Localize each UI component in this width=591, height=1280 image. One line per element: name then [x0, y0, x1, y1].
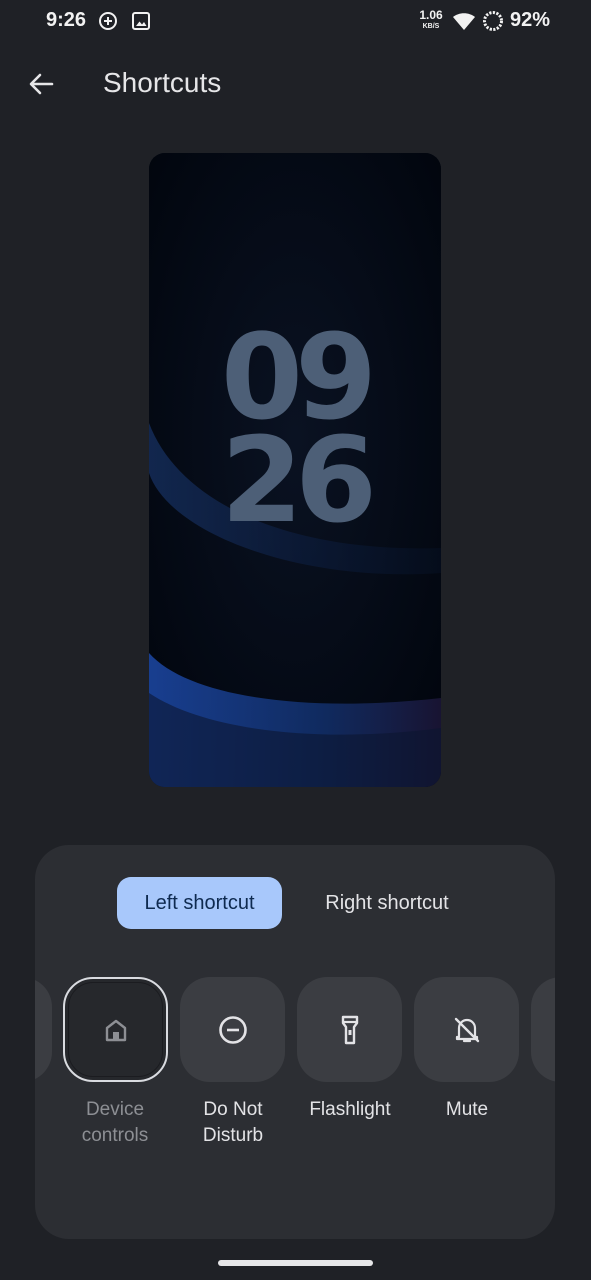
lockscreen-preview: 09 26 [149, 153, 441, 787]
arrow-back-icon [29, 73, 54, 95]
shortcut-label-do-not-disturb: Do Not Disturb [202, 1099, 264, 1146]
network-speed: 1.06 KB/S [416, 8, 446, 32]
network-speed-unit: KB/S [422, 23, 440, 30]
shortcut-label-mute: Mute [445, 1099, 489, 1120]
home-icon [105, 1019, 126, 1041]
shortcut-tile-flashlight[interactable] [297, 977, 402, 1082]
back-button[interactable] [20, 63, 62, 105]
shortcut-tile-device-controls[interactable] [63, 977, 168, 1082]
status-time: 9:26 [46, 9, 87, 31]
wifi-icon [452, 10, 476, 32]
network-speed-value: 1.06 [419, 8, 443, 22]
status-bar: 9:26 1.06 KB/S 92% [0, 0, 591, 44]
shortcut-label-flashlight: Flashlight [309, 1099, 391, 1120]
tab-left-shortcut[interactable]: Left shortcut [117, 877, 282, 929]
shortcut-tile-partial-left[interactable] [35, 977, 52, 1082]
clock-minute: 26 [220, 411, 377, 549]
shortcut-label-device-controls: Device controls [81, 1099, 149, 1146]
mute-icon [454, 1017, 479, 1042]
do-not-disturb-icon [218, 1015, 247, 1044]
image-icon [131, 11, 151, 31]
tab-right-shortcut[interactable]: Right shortcut [297, 877, 477, 929]
shortcut-tile-mute[interactable] [414, 977, 519, 1082]
home-indicator[interactable] [218, 1260, 373, 1266]
assistant-add-icon [98, 11, 118, 31]
shortcut-card: Left shortcut Right shortcut Device cont… [35, 845, 555, 1239]
shortcut-tile-do-not-disturb[interactable] [180, 977, 285, 1082]
flashlight-icon [341, 1015, 358, 1044]
shortcut-tile-partial-right[interactable] [531, 977, 555, 1082]
battery-saver-icon [482, 10, 504, 32]
shortcut-label-partial-right: G s [519, 1097, 555, 1149]
battery-percent: 92% [510, 9, 551, 31]
page-title: Shortcuts [103, 67, 222, 98]
